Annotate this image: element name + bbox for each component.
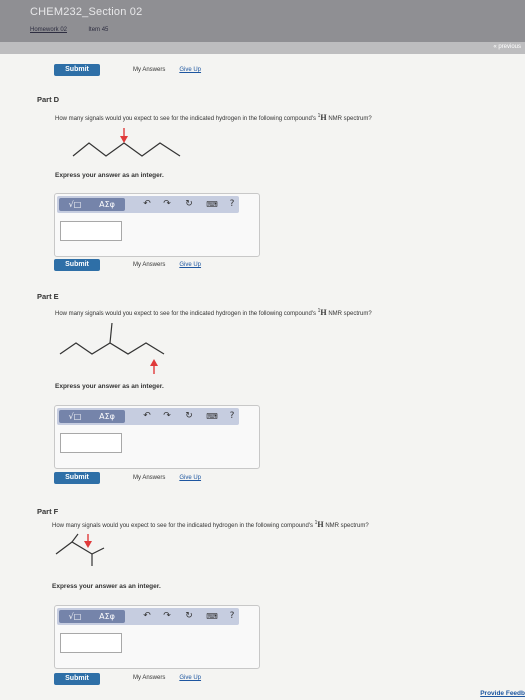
part-d-question: How many signals would you expect to see… bbox=[55, 113, 372, 122]
question-suffix: NMR spectrum? bbox=[325, 523, 369, 529]
part-e-answer-area: √□ ΑΣφ ↶ ↷ ↻ ⌨ ? bbox=[54, 405, 260, 469]
question-text: How many signals would you expect to see… bbox=[55, 311, 316, 317]
my-answers-link[interactable]: My Answers bbox=[133, 475, 165, 481]
previous-link[interactable]: « previous bbox=[493, 44, 521, 50]
help-button[interactable]: ? bbox=[227, 198, 237, 211]
redo-icon[interactable]: ↷ bbox=[161, 410, 173, 423]
greek-symbols-button[interactable]: ΑΣφ bbox=[91, 410, 123, 423]
nmr-nucleus: H bbox=[320, 308, 327, 317]
my-answers-link[interactable]: My Answers bbox=[133, 675, 165, 681]
templates-button[interactable]: √□ bbox=[61, 410, 89, 423]
part-f-label: Part F bbox=[37, 507, 59, 516]
part-e-answer-input[interactable] bbox=[60, 433, 122, 453]
greek-symbols-button[interactable]: ΑΣφ bbox=[91, 198, 123, 211]
math-toolbar: √□ ΑΣφ ↶ ↷ ↻ ⌨ ? bbox=[57, 608, 239, 625]
reset-icon[interactable]: ↻ bbox=[183, 610, 195, 623]
navigation-bar: « previous bbox=[0, 42, 525, 54]
provide-feedback-link[interactable]: Provide Feedb bbox=[480, 690, 525, 697]
redo-icon[interactable]: ↷ bbox=[161, 610, 173, 623]
greek-symbols-button[interactable]: ΑΣφ bbox=[91, 610, 123, 623]
answer-actions: My Answers Give Up bbox=[133, 67, 201, 73]
question-text: How many signals would you expect to see… bbox=[55, 116, 316, 122]
part-e-instruction: Express your answer as an integer. bbox=[55, 383, 164, 390]
part-d-submit-button[interactable]: Submit bbox=[54, 259, 100, 271]
keyboard-icon[interactable]: ⌨ bbox=[205, 610, 219, 623]
undo-icon[interactable]: ↶ bbox=[141, 410, 153, 423]
part-f-instruction: Express your answer as an integer. bbox=[52, 583, 161, 590]
part-f-question: How many signals would you expect to see… bbox=[52, 520, 369, 529]
breadcrumb-item: Item 45 bbox=[88, 27, 109, 33]
give-up-link[interactable]: Give Up bbox=[179, 67, 201, 73]
part-f-answer-input[interactable] bbox=[60, 633, 122, 653]
part-e-answer-actions: My Answers Give Up bbox=[133, 475, 201, 481]
indicated-hydrogen-arrow-icon bbox=[150, 359, 158, 366]
help-button[interactable]: ? bbox=[227, 610, 237, 623]
question-suffix: NMR spectrum? bbox=[328, 116, 372, 122]
redo-icon[interactable]: ↷ bbox=[161, 198, 173, 211]
toolbar-button-group: √□ ΑΣφ bbox=[59, 410, 125, 423]
part-d-answer-actions: My Answers Give Up bbox=[133, 262, 201, 268]
give-up-link[interactable]: Give Up bbox=[179, 475, 201, 481]
math-toolbar: √□ ΑΣφ ↶ ↷ ↻ ⌨ ? bbox=[57, 408, 239, 425]
part-f-answer-actions: My Answers Give Up bbox=[133, 675, 201, 681]
part-d-answer-area: √□ ΑΣφ ↶ ↷ ↻ ⌨ ? bbox=[54, 193, 260, 257]
submit-button[interactable]: Submit bbox=[54, 64, 100, 76]
part-e-molecule-structure bbox=[59, 322, 165, 374]
nmr-nucleus: H bbox=[320, 113, 327, 122]
undo-icon[interactable]: ↶ bbox=[141, 198, 153, 211]
breadcrumb: Homework 02 Item 45 bbox=[30, 27, 108, 33]
indicated-hydrogen-arrow-icon bbox=[84, 541, 92, 548]
question-suffix: NMR spectrum? bbox=[328, 311, 372, 317]
indicated-hydrogen-arrow-icon bbox=[120, 136, 128, 143]
my-answers-link[interactable]: My Answers bbox=[133, 67, 165, 73]
math-toolbar: √□ ΑΣφ ↶ ↷ ↻ ⌨ ? bbox=[57, 196, 239, 213]
templates-button[interactable]: √□ bbox=[61, 198, 89, 211]
course-header: CHEM232_Section 02 Homework 02 Item 45 bbox=[0, 0, 525, 42]
keyboard-icon[interactable]: ⌨ bbox=[205, 410, 219, 423]
part-d-answer-input[interactable] bbox=[60, 221, 122, 241]
help-button[interactable]: ? bbox=[227, 410, 237, 423]
part-f-submit-button[interactable]: Submit bbox=[54, 673, 100, 685]
give-up-link[interactable]: Give Up bbox=[179, 262, 201, 268]
templates-button[interactable]: √□ bbox=[61, 610, 89, 623]
part-d-label: Part D bbox=[37, 95, 60, 104]
breadcrumb-homework-link[interactable]: Homework 02 bbox=[30, 27, 67, 33]
course-title: CHEM232_Section 02 bbox=[30, 6, 143, 18]
undo-icon[interactable]: ↶ bbox=[141, 610, 153, 623]
question-text: How many signals would you expect to see… bbox=[52, 523, 313, 529]
toolbar-button-group: √□ ΑΣφ bbox=[59, 198, 125, 211]
part-e-submit-button[interactable]: Submit bbox=[54, 472, 100, 484]
keyboard-icon[interactable]: ⌨ bbox=[205, 198, 219, 211]
nmr-nucleus: H bbox=[317, 520, 324, 529]
part-f-molecule-structure bbox=[55, 533, 105, 566]
my-answers-link[interactable]: My Answers bbox=[133, 262, 165, 268]
part-e-question: How many signals would you expect to see… bbox=[55, 308, 372, 317]
part-f-answer-area: √□ ΑΣφ ↶ ↷ ↻ ⌨ ? bbox=[54, 605, 260, 669]
part-e-label: Part E bbox=[37, 292, 59, 301]
give-up-link[interactable]: Give Up bbox=[179, 675, 201, 681]
part-d-instruction: Express your answer as an integer. bbox=[55, 172, 164, 179]
reset-icon[interactable]: ↻ bbox=[183, 410, 195, 423]
part-d-molecule-structure bbox=[72, 128, 181, 157]
reset-icon[interactable]: ↻ bbox=[183, 198, 195, 211]
toolbar-button-group: √□ ΑΣφ bbox=[59, 610, 125, 623]
